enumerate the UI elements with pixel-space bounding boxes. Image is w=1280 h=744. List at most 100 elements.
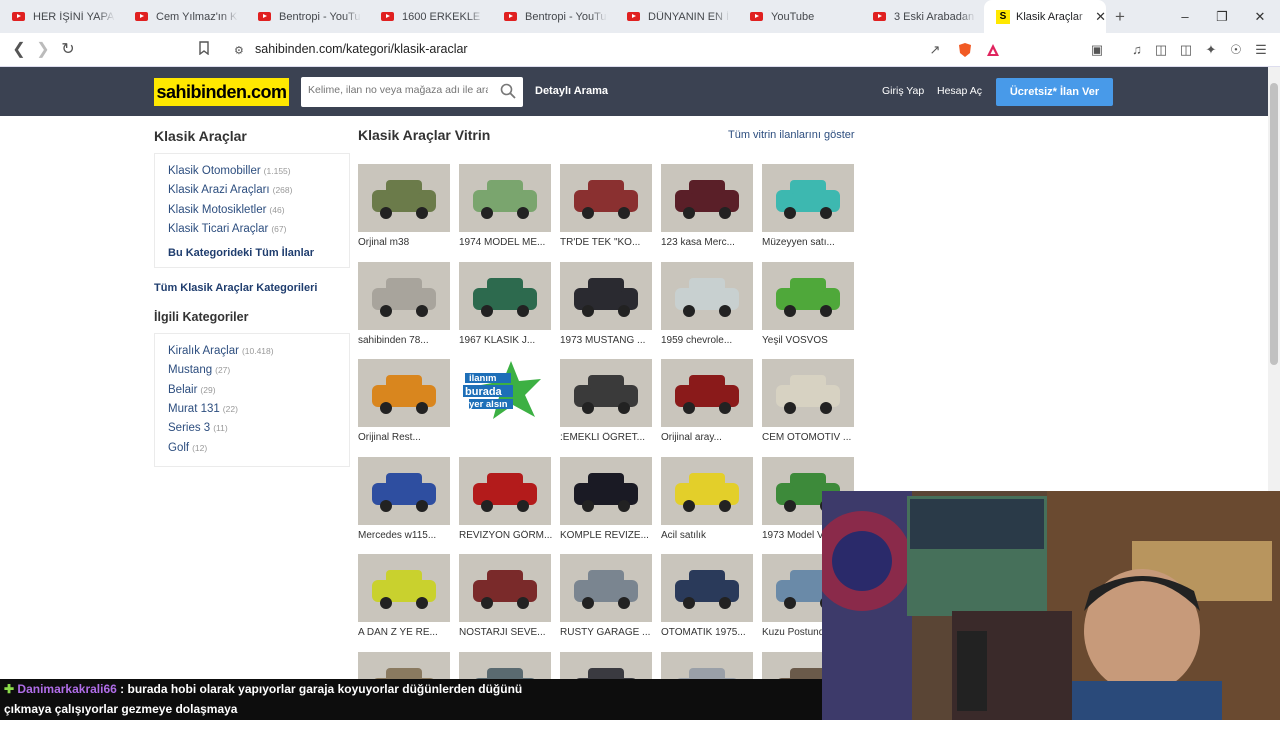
close-window-icon[interactable]: ✕ <box>1241 0 1279 33</box>
listing-title[interactable]: Acil satılık <box>661 530 761 541</box>
listing-thumbnail[interactable] <box>560 456 652 525</box>
minimize-icon[interactable]: – <box>1166 0 1204 33</box>
vitrin-listing[interactable]: KOMPLE REVİZE... <box>560 456 652 549</box>
all-classic-categories-link[interactable]: Tüm Klasik Araçlar Kategorileri <box>154 282 350 294</box>
site-logo[interactable]: sahibinden.com <box>154 78 289 106</box>
vitrin-listing[interactable]: :EMEKLİ ÖĞRET... <box>560 359 652 451</box>
vitrin-listing[interactable]: 1967 KLASİK J... <box>459 261 551 354</box>
brave-shield-icon[interactable] <box>957 42 973 58</box>
browser-tab[interactable]: S Klasik Araçlar ✕ <box>984 0 1106 33</box>
close-tab-icon[interactable]: ✕ <box>1095 9 1106 25</box>
listing-title[interactable]: Orijinal Rest... <box>358 432 458 443</box>
listing-title[interactable]: 1959 chevrole... <box>661 335 761 346</box>
category-link[interactable]: Klasik Ticari Araçlar (67) <box>168 220 349 239</box>
browser-tab[interactable]: Cem Yılmaz'ın Kat <box>123 0 246 33</box>
listing-thumbnail[interactable] <box>560 554 652 622</box>
back-icon[interactable]: ❮ <box>10 41 28 59</box>
listing-thumbnail[interactable] <box>459 554 551 622</box>
vitrin-listing[interactable]: Acil satılık <box>661 456 753 549</box>
listing-title[interactable]: sahibinden 78... <box>358 335 458 346</box>
share-icon[interactable]: ↗ <box>927 42 943 58</box>
listing-title[interactable]: REVİZYON GÖRM... <box>459 530 559 541</box>
reload-icon[interactable]: ↻ <box>59 41 77 59</box>
vitrin-listing[interactable]: Orjinal m38 <box>358 164 450 256</box>
browser-tab[interactable]: HER İŞİNİ YAPAN 2 <box>0 0 123 33</box>
listing-thumbnail[interactable] <box>661 261 753 330</box>
all-in-category-link[interactable]: Bu Kategorideki Tüm İlanlar <box>168 247 349 259</box>
vitrin-listing[interactable]: A DAN Z YE RE... <box>358 554 450 646</box>
listing-thumbnail[interactable] <box>661 164 753 232</box>
listing-thumbnail[interactable] <box>358 164 450 232</box>
listing-thumbnail[interactable] <box>661 359 753 427</box>
category-link[interactable]: Klasik Otomobiller (1.155) <box>168 162 349 181</box>
vitrin-listing[interactable]: ilanım burada yer alsın <box>459 359 551 451</box>
vitrin-listing[interactable]: RUSTY GARAGE ... <box>560 554 652 646</box>
listing-thumbnail[interactable] <box>560 261 652 330</box>
listing-title[interactable]: TR'DE TEK "KO... <box>560 237 660 248</box>
vitrin-listing[interactable]: Yeşil VOSVOS <box>762 261 854 354</box>
vitrin-listing[interactable]: Mercedes w115... <box>358 456 450 549</box>
post-ad-button[interactable]: Ücretsiz* İlan Ver <box>996 78 1113 106</box>
listing-thumbnail[interactable] <box>661 456 753 525</box>
listing-title[interactable]: Orjinal m38 <box>358 237 458 248</box>
category-link[interactable]: Murat 131 (22) <box>168 400 349 419</box>
listing-thumbnail[interactable] <box>661 554 753 622</box>
search-input[interactable] <box>308 84 488 96</box>
search-box[interactable] <box>301 77 523 107</box>
listing-title[interactable]: A DAN Z YE RE... <box>358 627 458 638</box>
listing-title[interactable]: OTOMATİK 1975... <box>661 627 761 638</box>
listing-thumbnail[interactable] <box>560 164 652 232</box>
search-icon[interactable] <box>500 83 516 99</box>
browser-tab[interactable]: DÜNYANIN EN İYİ <box>615 0 738 33</box>
vitrin-listing[interactable]: TR'DE TEK "KO... <box>560 164 652 256</box>
vitrin-listing[interactable]: 1974 MODEL ME... <box>459 164 551 256</box>
sidebar-icon[interactable]: ◫ <box>1153 42 1169 58</box>
listing-thumbnail[interactable]: ilanım burada yer alsın <box>459 359 551 427</box>
listing-title[interactable]: Mercedes w115... <box>358 530 458 541</box>
bookmark-icon[interactable] <box>195 41 213 59</box>
listing-title[interactable]: 1974 MODEL ME... <box>459 237 559 248</box>
listing-title[interactable]: 1967 KLASİK J... <box>459 335 559 346</box>
listing-thumbnail[interactable] <box>762 261 854 330</box>
register-link[interactable]: Hesap Aç <box>937 85 982 97</box>
music-icon[interactable]: ♫ <box>1129 42 1145 58</box>
listing-title[interactable]: RUSTY GARAGE ... <box>560 627 660 638</box>
category-link[interactable]: Golf (12) <box>168 439 349 458</box>
browser-tab[interactable]: 3 Eski Arabadan K <box>861 0 984 33</box>
listing-thumbnail[interactable] <box>762 164 854 232</box>
listing-thumbnail[interactable] <box>358 456 450 525</box>
show-all-vitrin-link[interactable]: Tüm vitrin ilanlarını göster <box>728 129 855 141</box>
new-tab-icon[interactable]: + <box>1106 7 1134 27</box>
listing-thumbnail[interactable] <box>560 359 652 427</box>
category-link[interactable]: Kiralık Araçlar (10.418) <box>168 342 349 361</box>
menu-icon[interactable]: ☰ <box>1253 42 1269 58</box>
listing-title[interactable]: CEM OTOMOTİV ... <box>762 432 862 443</box>
vitrin-listing[interactable]: NOSTARJİ SEVE... <box>459 554 551 646</box>
category-link[interactable]: Mustang (27) <box>168 361 349 380</box>
listing-title[interactable]: Müzeyyen satı... <box>762 237 862 248</box>
listing-title[interactable]: KOMPLE REVİZE... <box>560 530 660 541</box>
listing-thumbnail[interactable] <box>762 359 854 427</box>
vitrin-listing[interactable]: OTOMATİK 1975... <box>661 554 753 646</box>
vitrin-listing[interactable]: 123 kasa Merc... <box>661 164 753 256</box>
restore-icon[interactable]: ❐ <box>1203 0 1241 33</box>
browser-tab[interactable]: Bentropi - YouTub <box>246 0 369 33</box>
vitrin-listing[interactable]: Orijinal aray... <box>661 359 753 451</box>
reader-icon[interactable]: ▣ <box>1089 42 1105 58</box>
leo-ai-icon[interactable]: ✦ <box>1203 42 1219 58</box>
category-link[interactable]: Series 3 (11) <box>168 419 349 438</box>
vitrin-listing[interactable]: Müzeyyen satı... <box>762 164 854 256</box>
vpn-icon[interactable]: ☉ <box>1228 42 1244 58</box>
category-link[interactable]: Klasik Motosikletler (46) <box>168 201 349 220</box>
vitrin-listing[interactable]: Orijinal Rest... <box>358 359 450 451</box>
detailed-search-link[interactable]: Detaylı Arama <box>535 85 608 97</box>
address-bar[interactable]: ⚙ sahibinden.com/kategori/klasik-araclar <box>222 38 1012 62</box>
category-link[interactable]: Belair (29) <box>168 381 349 400</box>
listing-title[interactable]: :EMEKLİ ÖĞRET... <box>560 432 660 443</box>
listing-thumbnail[interactable] <box>459 164 551 232</box>
wallet-icon[interactable]: ◫ <box>1178 42 1194 58</box>
listing-title[interactable]: Orijinal aray... <box>661 432 761 443</box>
vitrin-listing[interactable]: 1973 MUSTANG ... <box>560 261 652 354</box>
browser-tab[interactable]: 1600 ERKEKLE BİR <box>369 0 492 33</box>
listing-thumbnail[interactable] <box>459 261 551 330</box>
